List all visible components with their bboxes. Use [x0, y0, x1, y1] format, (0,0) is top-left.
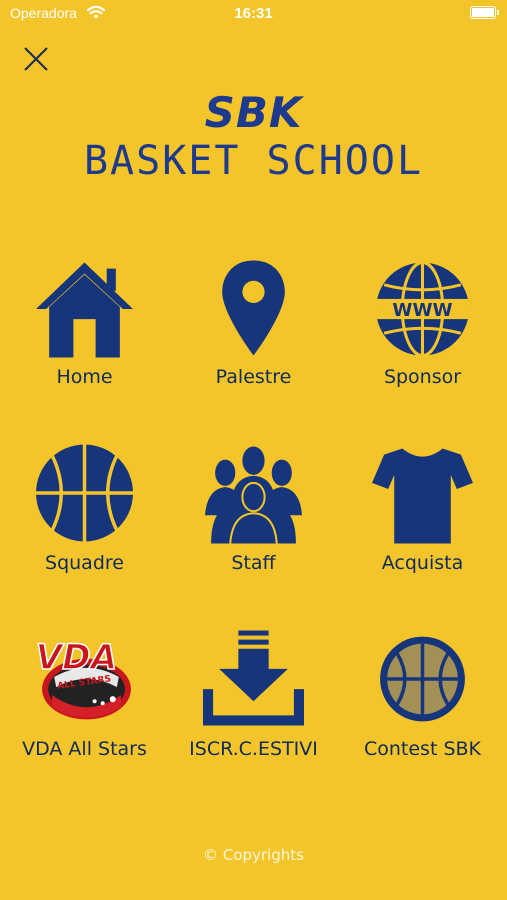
- copyright-footer: © Copyrights: [203, 846, 304, 864]
- svg-text:WWW: WWW: [392, 300, 452, 321]
- clock: 16:31: [234, 5, 273, 22]
- location-pin-icon: [222, 260, 285, 356]
- battery-icon: [470, 6, 499, 19]
- svg-text:VDA: VDA: [36, 638, 118, 678]
- tshirt-icon: [372, 447, 473, 544]
- logo-basket-school-text: BASKET SCHOOL: [83, 138, 424, 184]
- home-icon: [36, 262, 133, 358]
- menu-item-home[interactable]: Home: [0, 255, 169, 415]
- download-icon: [203, 630, 304, 726]
- menu-item-label: VDA All Stars: [22, 738, 147, 760]
- menu-item-iscr-c-estivi[interactable]: ISCR.C.ESTIVI: [169, 627, 338, 787]
- menu-item-contest-sbk[interactable]: Contest SBK: [338, 627, 507, 787]
- logo-sbk-text: SBK: [204, 88, 303, 137]
- menu-item-staff[interactable]: Staff: [169, 441, 338, 601]
- menu-item-vda-all-stars[interactable]: ALL STARS VDA VDA All Stars: [0, 627, 169, 787]
- menu-item-label: Squadre: [45, 552, 124, 574]
- globe-www-icon: WWW: [376, 261, 469, 357]
- menu-item-label: Acquista: [381, 552, 464, 574]
- menu-item-label: Home: [56, 366, 113, 388]
- close-button[interactable]: [22, 45, 50, 73]
- vda-all-stars-logo: ALL STARS VDA: [35, 637, 131, 720]
- menu-item-sponsor[interactable]: WWW Sponsor: [338, 255, 507, 415]
- basketball-icon: [36, 444, 133, 542]
- menu-item-label: Contest SBK: [363, 738, 481, 760]
- sbk-basket-school-logo: SBK BASKET SCHOOL: [0, 88, 507, 184]
- basketball-contest-icon: [380, 636, 465, 722]
- menu-item-squadre[interactable]: Squadre: [0, 441, 169, 601]
- staff-group-icon: [205, 446, 302, 544]
- menu-item-palestre[interactable]: Palestre: [169, 255, 338, 415]
- menu-item-label: Sponsor: [383, 366, 462, 388]
- menu-item-acquista[interactable]: Acquista: [338, 441, 507, 601]
- menu-item-label: ISCR.C.ESTIVI: [189, 738, 318, 760]
- close-icon: [24, 47, 48, 71]
- menu-item-label: Staff: [231, 552, 276, 574]
- status-bar: Operadora 16:31: [0, 0, 507, 30]
- menu-item-label: Palestre: [215, 366, 292, 388]
